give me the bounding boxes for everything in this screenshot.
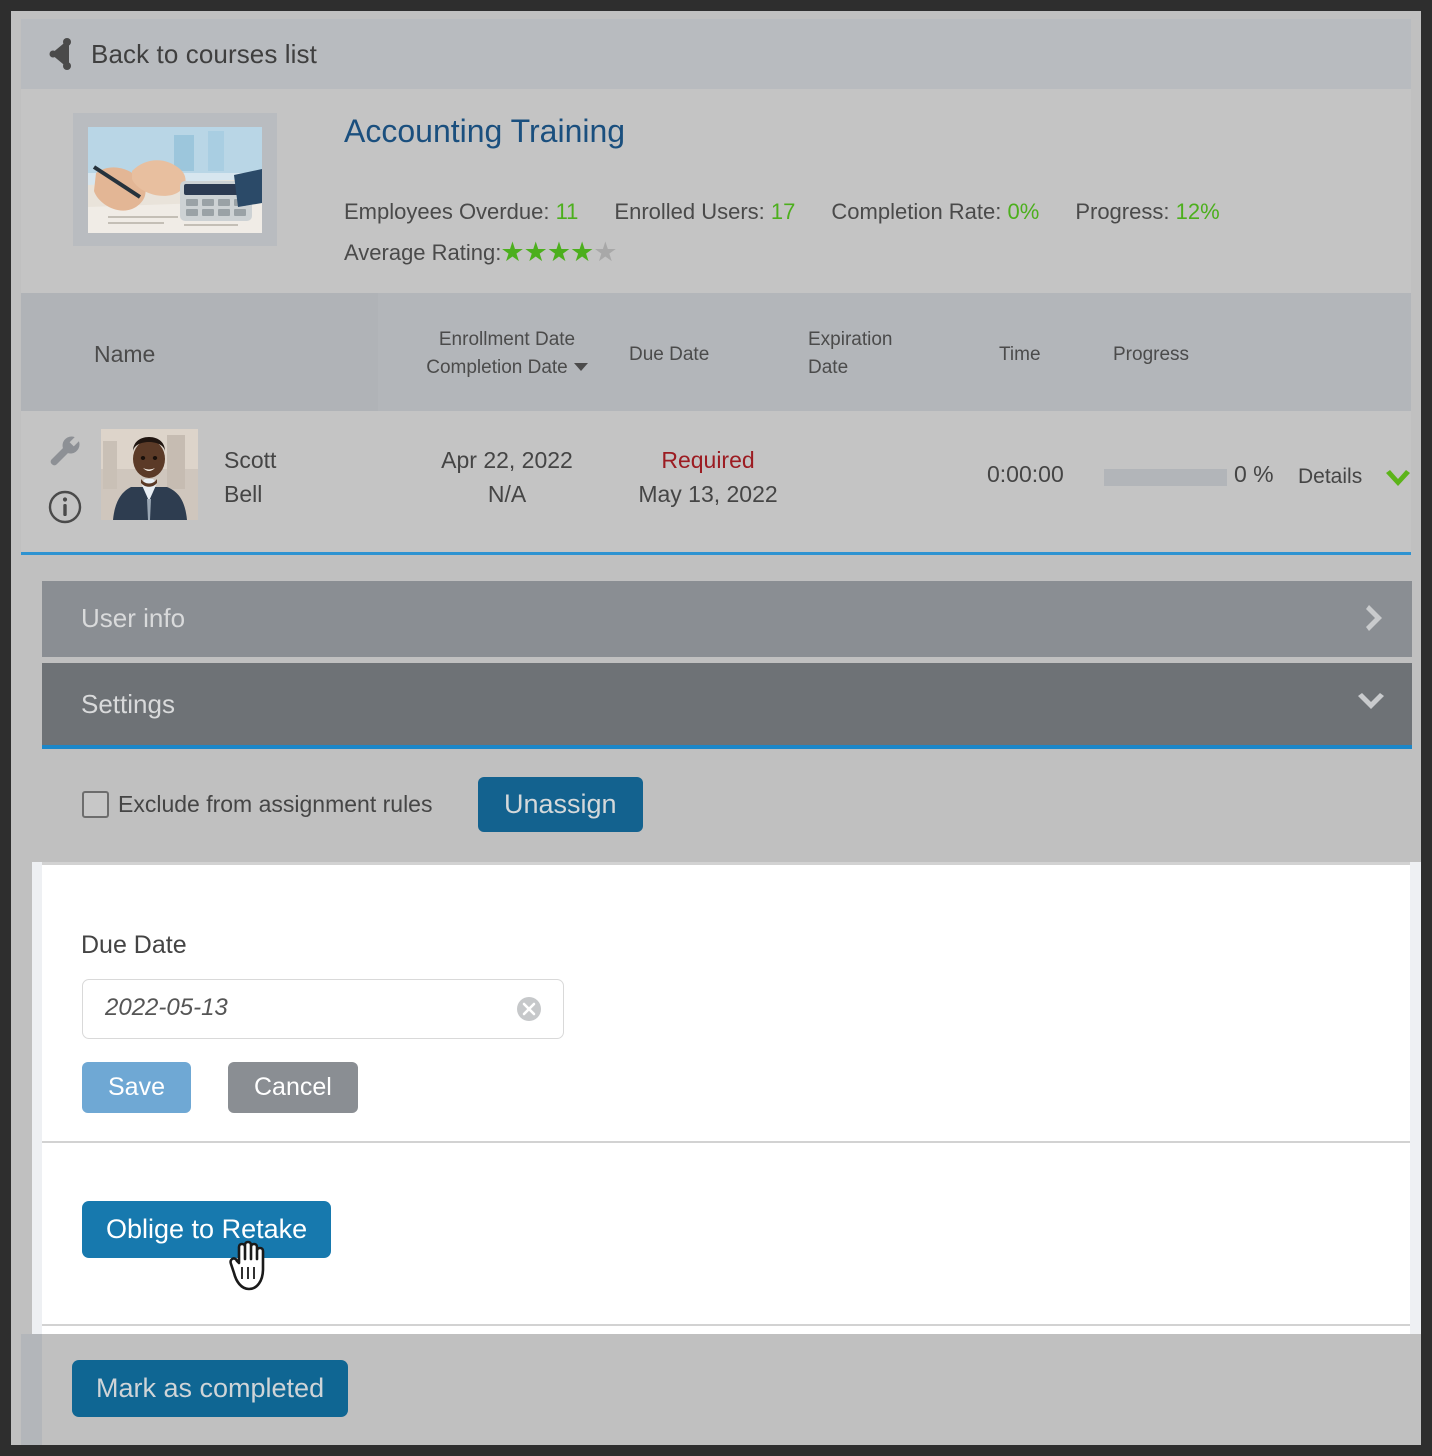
row-user-name: Scott Bell <box>224 443 276 511</box>
star-icon: ★ <box>500 237 525 267</box>
row-completion-date: N/A <box>487 481 527 507</box>
exclude-checkbox-label: Exclude from assignment rules <box>118 791 433 817</box>
panel-divider <box>42 1141 1410 1143</box>
chevron-down-icon[interactable] <box>1383 469 1413 496</box>
column-header-completion-label: Completion Date <box>426 357 568 378</box>
due-date-input[interactable]: 2022-05-13 <box>105 994 228 1022</box>
row-icon-group <box>41 425 95 535</box>
star-icon: ★ <box>523 237 548 267</box>
star-icon: ★ <box>570 237 595 267</box>
star-icon: ★ <box>593 237 618 267</box>
course-stats: Employees Overdue: 11 Enrolled Users: 17 C… <box>344 199 1256 225</box>
save-button[interactable]: Save <box>82 1062 191 1113</box>
cancel-button[interactable]: Cancel <box>228 1062 358 1113</box>
due-date-label: Due Date <box>81 931 187 959</box>
stat-employees-overdue: Employees Overdue: 11 <box>344 199 578 224</box>
column-header-due-date-label: Due Date <box>629 344 710 365</box>
column-header-time-label: Time <box>999 344 1041 365</box>
stat-label: Enrolled Users: <box>614 199 765 224</box>
stat-enrolled-users: Enrolled Users: 17 <box>614 199 795 224</box>
column-header-expiration-line1: Expiration <box>808 329 893 350</box>
column-header-enrollment-completion[interactable]: Enrollment Date Completion Date <box>407 326 607 382</box>
unassign-button[interactable]: Unassign <box>478 777 643 832</box>
settings-panel: Exclude from assignment rules Unassign <box>42 749 1412 873</box>
wrench-icon[interactable] <box>47 433 83 474</box>
stat-value: 17 <box>770 199 796 224</box>
accordion-user-info[interactable]: User info <box>42 581 1412 657</box>
course-title[interactable]: Accounting Training <box>344 113 625 150</box>
chevron-right-icon[interactable] <box>1364 603 1386 638</box>
stat-label: Employees Overdue: <box>344 199 550 224</box>
column-header-progress[interactable]: Progress <box>1113 341 1189 369</box>
table-row[interactable]: Scott Bell Apr 22, 2022 N/A Required May… <box>21 411 1411 555</box>
avatar <box>101 429 198 520</box>
course-header: Accounting Training Employees Overdue: 1… <box>21 89 1411 293</box>
bottom-left-column <box>21 1334 42 1445</box>
stat-value: 11 <box>555 199 579 224</box>
details-overlay-inner: Due Date 2022-05-13 Save Cancel Oblige t… <box>42 862 1410 1337</box>
due-date-input-wrapper[interactable]: 2022-05-13 <box>82 979 564 1039</box>
column-header-progress-label: Progress <box>1113 344 1190 365</box>
rating-stars: ★★★★★ <box>500 237 618 267</box>
row-progress-bar <box>1104 469 1227 486</box>
exclude-from-assignment-rules-row[interactable]: Exclude from assignment rules <box>82 791 432 818</box>
mark-as-completed-button[interactable]: Mark as completed <box>72 1360 349 1417</box>
column-header-expiration-line2: Date <box>808 357 849 378</box>
row-last-name: Bell <box>224 481 263 507</box>
row-details-link[interactable]: Details <box>1298 465 1362 489</box>
column-header-time[interactable]: Time <box>999 341 1041 369</box>
clear-circle-x-icon[interactable] <box>515 995 543 1028</box>
row-time: 0:00:00 <box>987 461 1064 487</box>
page-root: Back to courses list Accounting Training… <box>11 11 1421 1445</box>
chevron-down-icon[interactable] <box>1356 691 1386 718</box>
chevron-left-icon[interactable] <box>43 35 77 73</box>
course-thumbnail-image <box>88 126 262 233</box>
stat-completion-rate: Completion Rate: 0% <box>831 199 1039 224</box>
accordion-user-info-label: User info <box>81 603 186 633</box>
row-due-expiration: Required May 13, 2022 <box>615 443 801 511</box>
oblige-to-retake-button[interactable]: Oblige to Retake <box>82 1201 332 1258</box>
table-header-row: Name Enrollment Date Completion Date Due… <box>21 293 1411 411</box>
panel-divider <box>42 1324 1410 1326</box>
accordion-settings-label: Settings <box>81 689 175 719</box>
sort-caret-down-icon[interactable] <box>573 363 588 371</box>
row-enrollment-dates: Apr 22, 2022 N/A <box>407 443 607 511</box>
row-due-date: Required <box>661 447 755 473</box>
window-frame: Back to courses list Accounting Training… <box>0 0 1432 1456</box>
average-rating: Average Rating: ★★★★★ <box>344 239 617 267</box>
stat-label: Completion Rate: <box>831 199 1002 224</box>
back-to-courses-label[interactable]: Back to courses list <box>91 39 317 70</box>
back-nav-bar[interactable]: Back to courses list <box>21 19 1411 89</box>
stat-progress: Progress: 12% <box>1075 199 1219 224</box>
column-header-name-label: Name <box>94 341 156 367</box>
stat-value: 0% <box>1007 199 1040 224</box>
accordion-settings[interactable]: Settings <box>42 663 1412 749</box>
row-first-name: Scott <box>224 447 277 473</box>
details-overlay-panel: Due Date 2022-05-13 Save Cancel Oblige t… <box>32 862 1421 1337</box>
course-thumbnail <box>73 113 277 246</box>
column-header-name[interactable]: Name <box>21 293 378 411</box>
info-circle-icon[interactable] <box>47 489 83 530</box>
average-rating-label: Average Rating: <box>344 240 502 265</box>
exclude-checkbox[interactable] <box>82 791 109 818</box>
row-expiration-date: May 13, 2022 <box>638 481 778 507</box>
column-header-enrollment-label: Enrollment Date <box>438 329 576 350</box>
star-icon: ★ <box>546 237 572 267</box>
stat-label: Progress: <box>1075 199 1170 224</box>
stat-value: 12% <box>1175 199 1220 224</box>
bottom-action-bar: Mark as completed <box>11 1334 1421 1445</box>
row-enrollment-date: Apr 22, 2022 <box>441 447 573 473</box>
column-header-due-date[interactable]: Due Date <box>629 341 709 369</box>
column-header-expiration-date[interactable]: Expiration Date <box>808 326 928 382</box>
row-progress-percent: 0 % <box>1234 461 1274 487</box>
